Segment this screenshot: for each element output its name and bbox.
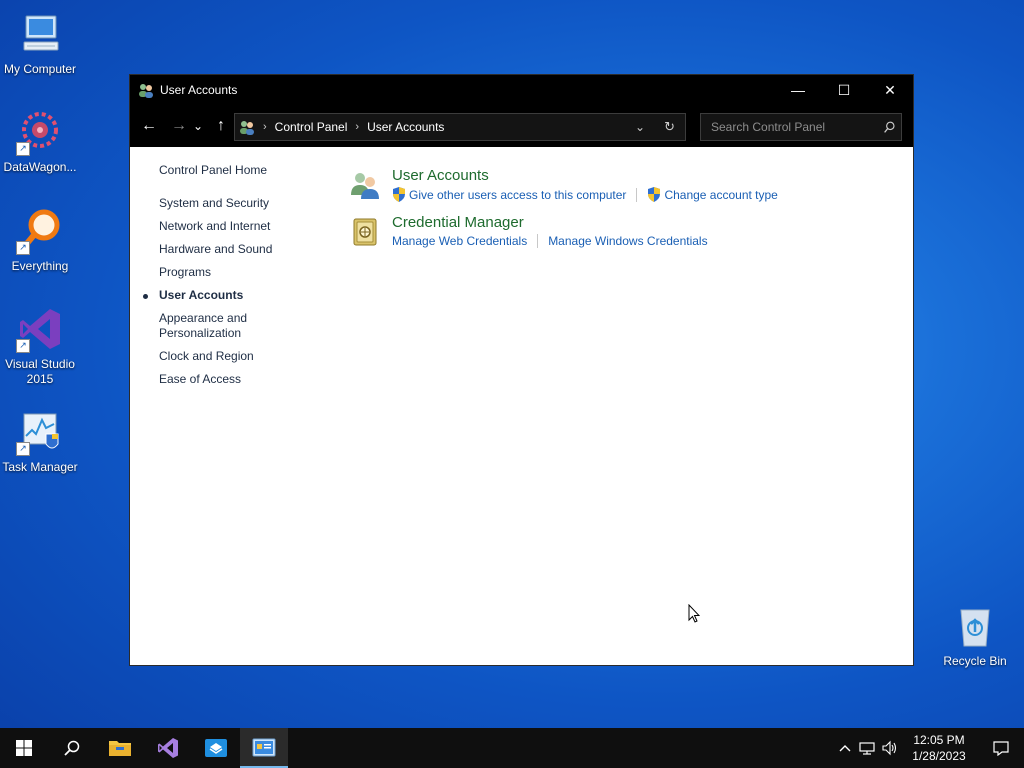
app-installer-icon (205, 739, 227, 757)
navigation-bar: ← → ⌄ ↑ › Control Panel › User Accounts … (130, 105, 913, 147)
control-panel-window: User Accounts — ☐ ✕ ← → ⌄ ↑ › Control Pa… (129, 74, 914, 666)
nav-network-and-internet[interactable]: Network and Internet (159, 219, 339, 234)
notification-icon (993, 741, 1009, 756)
section-title-credential-manager[interactable]: Credential Manager (392, 214, 524, 231)
breadcrumb-separator-icon: › (355, 121, 360, 133)
search-input[interactable] (709, 119, 883, 135)
shortcut-arrow-icon: ↗ (16, 142, 30, 156)
desktop-icon-datawagon[interactable]: ↗ DataWagon... (0, 108, 80, 175)
link-divider (636, 187, 638, 202)
taskbar-control-panel[interactable] (240, 728, 288, 768)
window-controls: — ☐ ✕ (775, 75, 913, 105)
breadcrumb-user-accounts[interactable]: User Accounts (367, 120, 444, 134)
up-button[interactable]: ↑ (209, 114, 233, 138)
desktop-icon-my-computer[interactable]: My Computer (0, 10, 80, 77)
uac-shield-icon (648, 187, 661, 202)
section-links: Manage Web Credentials Manage Windows Cr… (392, 234, 708, 248)
back-button[interactable]: ← (137, 114, 161, 138)
search-icon (64, 740, 80, 756)
refresh-button[interactable]: ↻ (664, 119, 675, 135)
search-box[interactable] (700, 113, 902, 141)
nav-user-accounts[interactable]: User Accounts (143, 288, 339, 303)
search-icon[interactable] (883, 121, 896, 134)
volume-button[interactable] (878, 728, 900, 768)
task-manager-icon: ↗ (16, 408, 64, 456)
system-tray: 12:05 PM 1/28/2023 (834, 728, 1024, 768)
everything-search-icon: ↗ (16, 207, 64, 255)
user-accounts-icon (351, 173, 379, 199)
manage-windows-credentials-link[interactable]: Manage Windows Credentials (548, 234, 707, 248)
maximize-button[interactable]: ☐ (821, 75, 867, 105)
address-bar[interactable]: › Control Panel › User Accounts ⌄ ↻ (234, 113, 686, 141)
give-access-link[interactable]: Give other users access to this computer (409, 188, 626, 202)
breadcrumb-control-panel[interactable]: Control Panel (275, 120, 348, 134)
minimize-button[interactable]: — (775, 75, 821, 105)
desktop-icon-label: Visual Studio 2015 (5, 357, 75, 386)
desktop-icon-label: Recycle Bin (943, 654, 1007, 668)
clock-time: 12:05 PM (913, 733, 965, 747)
taskbar-search-button[interactable] (48, 728, 96, 768)
section-links: Give other users access to this computer… (392, 187, 778, 202)
show-hidden-icons-button[interactable] (834, 728, 856, 768)
content-area: Control Panel Home System and Security N… (130, 147, 913, 665)
current-page-bullet-icon (143, 294, 148, 299)
taskbar-file-explorer[interactable] (96, 728, 144, 768)
recycle-bin-icon (951, 602, 999, 650)
taskbar-app-installer[interactable] (192, 728, 240, 768)
shortcut-arrow-icon: ↗ (16, 339, 30, 353)
nav-system-and-security[interactable]: System and Security (159, 196, 339, 211)
action-center-button[interactable] (978, 728, 1024, 768)
address-dropdown-button[interactable]: ⌄ (635, 120, 645, 134)
start-button[interactable] (0, 728, 48, 768)
desktop-icon-label: My Computer (3, 62, 77, 76)
section-title-user-accounts[interactable]: User Accounts (392, 167, 489, 184)
nav-appearance-and-personalization[interactable]: Appearance and Personalization (159, 311, 259, 341)
user-accounts-icon (240, 121, 254, 135)
shortcut-arrow-icon: ↗ (16, 442, 30, 456)
network-button[interactable] (856, 728, 878, 768)
visual-studio-icon (158, 738, 178, 758)
breadcrumb-separator-icon: › (263, 121, 267, 133)
desktop-icon-visual-studio[interactable]: ↗ Visual Studio 2015 (0, 305, 80, 387)
close-button[interactable]: ✕ (867, 75, 913, 105)
nav-clock-and-region[interactable]: Clock and Region (159, 349, 339, 364)
uac-shield-icon (393, 187, 405, 202)
taskbar-visual-studio[interactable] (144, 728, 192, 768)
manage-web-credentials-link[interactable]: Manage Web Credentials (392, 234, 527, 248)
recent-locations-button[interactable]: ⌄ (191, 114, 205, 138)
file-explorer-icon (109, 741, 131, 756)
clock-date: 1/28/2023 (912, 749, 966, 763)
network-icon (859, 742, 875, 755)
nav-ease-of-access[interactable]: Ease of Access (159, 372, 339, 387)
change-account-type-link[interactable]: Change account type (664, 188, 777, 202)
desktop-icon-label: DataWagon... (3, 160, 77, 174)
volume-icon (882, 740, 897, 756)
nav-programs[interactable]: Programs (159, 265, 339, 280)
datawagon-icon: ↗ (16, 108, 64, 156)
nav-hardware-and-sound[interactable]: Hardware and Sound (159, 242, 339, 257)
nav-user-accounts-label: User Accounts (159, 288, 244, 302)
computer-icon (16, 10, 64, 58)
user-accounts-icon (139, 84, 153, 98)
chevron-up-icon (839, 745, 851, 752)
desktop-icon-label: Everything (11, 259, 69, 273)
window-title: User Accounts (160, 83, 238, 97)
desktop-icon-everything[interactable]: ↗ Everything (0, 207, 80, 274)
title-bar[interactable]: User Accounts — ☐ ✕ (130, 75, 913, 105)
shortcut-arrow-icon: ↗ (16, 241, 30, 255)
desktop-icon-label: Task Manager (2, 460, 78, 474)
credential-vault-icon (353, 218, 377, 246)
visual-studio-icon: ↗ (16, 305, 64, 353)
control-panel-icon (252, 738, 276, 757)
desktop-icon-recycle-bin[interactable]: Recycle Bin (935, 602, 1015, 669)
desktop-icon-task-manager[interactable]: ↗ Task Manager (0, 408, 80, 475)
link-divider (537, 234, 539, 248)
start-icon (16, 740, 32, 756)
taskbar: 12:05 PM 1/28/2023 (0, 728, 1024, 768)
mouse-cursor-icon (688, 604, 700, 623)
nav-control-panel-home[interactable]: Control Panel Home (159, 163, 339, 178)
forward-button[interactable]: → (167, 114, 191, 138)
left-navigation: Control Panel Home System and Security N… (143, 163, 339, 395)
clock[interactable]: 12:05 PM 1/28/2023 (900, 732, 978, 764)
